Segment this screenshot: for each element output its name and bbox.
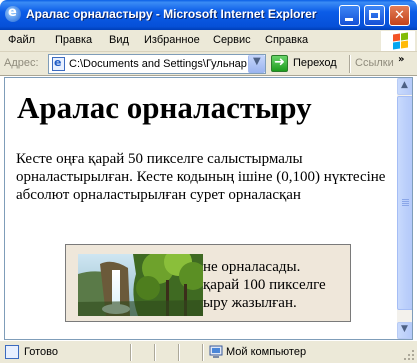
scroll-down-button[interactable]: ▼ xyxy=(397,322,412,339)
table-text-line-3: ыру жазылған. xyxy=(203,295,297,311)
menu-file[interactable]: Файл xyxy=(8,34,35,46)
links-label[interactable]: Ссылки xyxy=(355,57,394,69)
close-button[interactable]: ✕ xyxy=(389,5,410,26)
menu-bar: Файл Правка Вид Избранное Сервис Справка xyxy=(0,30,417,52)
minimize-button[interactable] xyxy=(339,5,360,26)
window-title: Аралас орналастыру - Microsoft Internet … xyxy=(26,7,317,21)
page-heading: Аралас орналастыру xyxy=(17,90,312,125)
table-text-line-1: не орналасады. xyxy=(203,259,301,275)
address-input[interactable]: e C:\Documents and Settings\Гульнар ▼ xyxy=(48,54,266,74)
scroll-down-icon: ▼ xyxy=(401,324,408,334)
minimize-icon xyxy=(345,18,353,21)
links-chevron-icon[interactable]: » xyxy=(398,54,404,65)
table-text-line-2: қарай 100 пикселге xyxy=(203,277,326,293)
go-label: Переход xyxy=(293,57,337,69)
go-arrow-icon: ➜ xyxy=(271,55,288,72)
address-bar: Адрес: e C:\Documents and Settings\Гульн… xyxy=(0,52,417,76)
status-text: Готово xyxy=(24,346,58,358)
resize-grip[interactable] xyxy=(403,349,415,361)
menu-edit[interactable]: Правка xyxy=(55,34,92,46)
status-bar: Готово Мой компьютер xyxy=(0,340,417,363)
dropdown-icon: ▼ xyxy=(253,56,261,67)
go-button[interactable]: ➜ Переход xyxy=(271,55,347,73)
address-value[interactable]: C:\Documents and Settings\Гульнар xyxy=(69,58,247,70)
vertical-scrollbar[interactable]: ▲ ▼ xyxy=(397,78,412,339)
address-label: Адрес: xyxy=(4,57,39,69)
close-icon: ✕ xyxy=(394,8,405,23)
scroll-up-icon: ▲ xyxy=(401,80,408,90)
page-paragraph: Кесте оңға қарай 50 пикселге салыстырмал… xyxy=(16,151,386,203)
windows-logo-icon xyxy=(381,31,415,51)
page-icon: e xyxy=(52,56,65,71)
address-dropdown-button[interactable]: ▼ xyxy=(248,55,265,73)
computer-icon xyxy=(209,345,223,359)
menu-favorites[interactable]: Избранное xyxy=(144,34,200,46)
title-bar[interactable]: e Аралас орналастыру - Microsoft Interne… xyxy=(0,0,417,30)
toolbar-separator xyxy=(349,55,351,73)
menu-tools[interactable]: Сервис xyxy=(213,34,251,46)
scroll-thumb[interactable] xyxy=(397,96,412,310)
menu-view[interactable]: Вид xyxy=(109,34,129,46)
page-status-icon xyxy=(5,345,19,359)
maximize-button[interactable] xyxy=(364,5,385,26)
maximize-icon xyxy=(369,10,380,20)
zone-text: Мой компьютер xyxy=(226,346,307,358)
page-viewport: Аралас орналастыру Кесте оңға қарай 50 п… xyxy=(5,78,397,339)
scroll-up-button[interactable]: ▲ xyxy=(397,78,412,95)
content-frame: Аралас орналастыру Кесте оңға қарай 50 п… xyxy=(4,77,413,340)
menu-help[interactable]: Справка xyxy=(265,34,308,46)
ie-icon[interactable]: e xyxy=(5,5,21,22)
waterfall-image xyxy=(78,254,203,316)
